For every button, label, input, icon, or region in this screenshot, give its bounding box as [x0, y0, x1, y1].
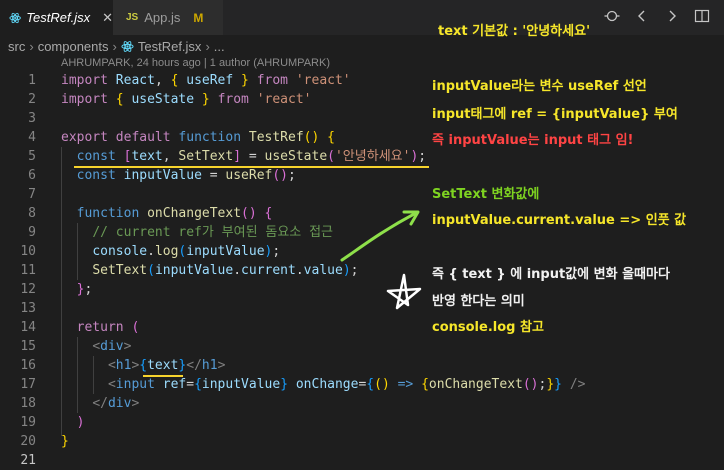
highlight-underline: [143, 375, 183, 377]
line-number: 4: [28, 130, 36, 145]
line-number: 10: [20, 244, 36, 259]
git-blame-lens[interactable]: AHRUMPARK, 24 hours ago | 1 author (AHRU…: [61, 57, 330, 69]
annotation-text-reflect: 반영 한다는 의미: [432, 294, 525, 309]
line-number: 12: [20, 282, 36, 297]
highlight-underline: [74, 166, 429, 168]
git-compare-icon[interactable]: [604, 8, 620, 24]
line-number: 5: [28, 149, 36, 164]
react-file-icon: [121, 40, 134, 52]
close-icon[interactable]: ✕: [102, 10, 113, 26]
annotation-text-update: 즉 { text } 에 input값에 변화 올때마다: [432, 267, 670, 282]
annotation-console-ref: console.log 참고: [432, 320, 544, 335]
line-number: 3: [28, 111, 36, 126]
code-line: 21: [0, 451, 724, 470]
line-number: 19: [20, 415, 36, 430]
chevron-right-icon: ›: [205, 38, 210, 54]
breadcrumb-symbol[interactable]: ...: [214, 39, 225, 54]
annotation-settext: SetText 변화값에: [432, 187, 540, 202]
line-number: 9: [28, 225, 36, 240]
annotation-default-value: text 기본값 : '안녕하세요': [438, 24, 591, 39]
modified-badge: M: [193, 10, 204, 25]
annotation-ref-declare: inputValue라는 변수 useRef 선언: [432, 79, 647, 94]
chevron-right-icon: ›: [29, 38, 34, 54]
line-number: 14: [20, 320, 36, 335]
annotation-ref-meaning: 즉 inputValue는 input 태그 임!: [432, 133, 634, 148]
line-number: 6: [28, 168, 36, 183]
code-line: 19 ): [0, 413, 724, 432]
tab-label: App.js: [144, 10, 181, 25]
line-number: 18: [20, 396, 36, 411]
line-number: 7: [28, 187, 36, 202]
line-number: 21: [20, 453, 36, 468]
chevron-right-icon: ›: [112, 38, 117, 54]
split-editor-icon[interactable]: [694, 8, 710, 24]
breadcrumb-components[interactable]: components: [38, 39, 109, 54]
code-line: 15 <div>: [0, 337, 724, 356]
tab-appjs[interactable]: JS App.js M: [113, 0, 223, 35]
line-number: 13: [20, 301, 36, 316]
tab-label: TestRef.jsx: [26, 10, 91, 25]
line-number: 16: [20, 358, 36, 373]
breadcrumb-file[interactable]: TestRef.jsx: [138, 39, 202, 54]
code-line: 16 <h1>{text}</h1>: [0, 356, 724, 375]
tab-bar: TestRef.jsx ✕ JS App.js M: [0, 0, 724, 35]
code-line: 20 }: [0, 432, 724, 451]
go-forward-icon[interactable]: [664, 8, 680, 24]
js-file-icon: JS: [126, 12, 139, 23]
code-line: 17 <input ref={inputValue} onChange={() …: [0, 375, 724, 394]
editor-actions: [604, 8, 710, 24]
code-line: 13: [0, 299, 724, 318]
annotation-ref-assign: input태그에 ref = {inputValue} 부여: [432, 107, 678, 122]
line-number: 20: [20, 434, 36, 449]
line-number: 11: [20, 263, 36, 278]
code-line: 18 </div>: [0, 394, 724, 413]
tab-testref[interactable]: TestRef.jsx ✕: [0, 0, 113, 35]
breadcrumb-src[interactable]: src: [8, 39, 25, 54]
react-file-icon: [9, 12, 21, 23]
go-back-icon[interactable]: [634, 8, 650, 24]
breadcrumb: src › components › TestRef.jsx › ...: [0, 35, 724, 57]
code-line: 6 const inputValue = useRef();: [0, 166, 724, 185]
code-line: 10 console.log(inputValue);: [0, 242, 724, 261]
line-number: 15: [20, 339, 36, 354]
code-line: 14 return (: [0, 318, 724, 337]
line-number: 1: [28, 73, 36, 88]
line-number: 8: [28, 206, 36, 221]
line-number: 17: [20, 377, 36, 392]
code-line: 7: [0, 185, 724, 204]
annotation-input-value: inputValue.current.value => 인풋 값: [432, 213, 687, 228]
line-number: 2: [28, 92, 36, 107]
